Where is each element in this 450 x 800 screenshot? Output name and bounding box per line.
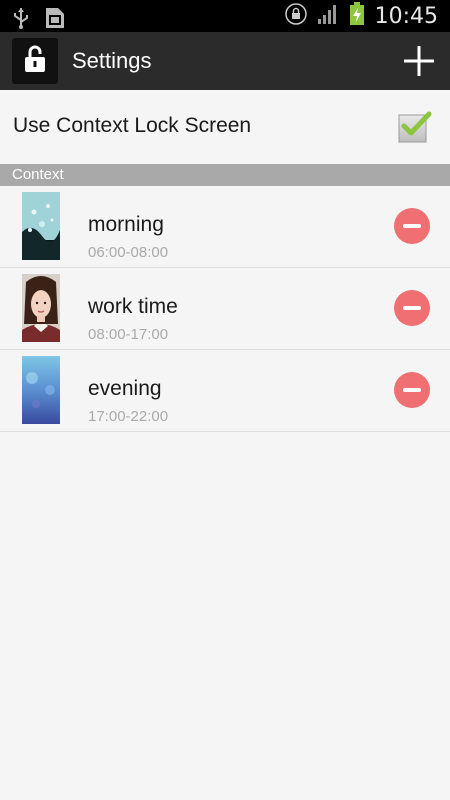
status-bar: 10:45 [0, 0, 450, 32]
use-context-lock-screen-label: Use Context Lock Screen [13, 114, 252, 137]
page-title: Settings [72, 48, 152, 73]
section-title: Context [12, 166, 64, 183]
clock: 10:45 [374, 3, 438, 29]
remove-context-button[interactable] [394, 208, 430, 244]
usb-icon [12, 7, 30, 34]
context-time-range: 08:00-17:00 [88, 326, 169, 343]
add-context-button[interactable] [402, 44, 436, 78]
use-context-lock-screen-checkbox[interactable] [398, 111, 432, 143]
context-list: morning 06:00-08:00 work time 08:00-17:0… [0, 186, 450, 432]
lock-icon [284, 2, 307, 30]
context-thumbnail [22, 356, 60, 424]
sd-card-icon [44, 6, 66, 35]
context-time-range: 06:00-08:00 [88, 244, 169, 261]
action-bar: Settings [0, 32, 450, 90]
battery-charging-icon [349, 1, 365, 31]
context-time-range: 17:00-22:00 [88, 408, 169, 425]
plus-icon [402, 46, 436, 82]
section-header-context: Context [0, 164, 450, 186]
context-name: morning [88, 213, 164, 236]
context-name: evening [88, 377, 162, 400]
context-thumbnail [22, 274, 60, 342]
remove-context-button[interactable] [394, 290, 430, 326]
use-context-lock-screen-row[interactable]: Use Context Lock Screen [0, 90, 450, 164]
context-thumbnail [22, 192, 60, 260]
app-icon[interactable] [12, 38, 58, 84]
remove-context-button[interactable] [394, 372, 430, 408]
context-item-evening[interactable]: evening 17:00-22:00 [0, 350, 450, 432]
context-item-morning[interactable]: morning 06:00-08:00 [0, 186, 450, 268]
signal-icon [317, 3, 339, 30]
unlock-icon [22, 44, 48, 79]
context-name: work time [88, 295, 178, 318]
context-item-work-time[interactable]: work time 08:00-17:00 [0, 268, 450, 350]
